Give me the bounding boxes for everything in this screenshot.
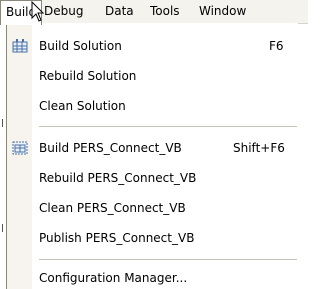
menu-item-shortcut: Shift+F6 xyxy=(233,141,285,155)
menu-item-clean-solution[interactable]: Clean Solution xyxy=(7,91,298,121)
menu-item-clean-project[interactable]: Clean PERS_Connect_VB xyxy=(7,193,298,223)
build-solution-icon xyxy=(12,39,28,53)
menu-item-label: Build Solution xyxy=(39,39,122,53)
menu-item-label: Clean PERS_Connect_VB xyxy=(39,201,186,215)
menu-bar: Build Debug Data Tools Window xyxy=(0,0,308,25)
menu-item-rebuild-solution[interactable]: Rebuild Solution xyxy=(7,61,298,91)
background-tick xyxy=(2,119,3,127)
menu-debug[interactable]: Debug xyxy=(39,0,88,24)
menu-item-build-solution[interactable]: Build Solution F6 xyxy=(7,31,298,61)
background-tick xyxy=(2,224,3,232)
menu-item-label: Configuration Manager... xyxy=(39,271,188,285)
menu-separator xyxy=(39,259,297,260)
menu-item-shortcut: F6 xyxy=(269,39,284,53)
menu-item-label: Publish PERS_Connect_VB xyxy=(39,231,195,245)
build-project-icon xyxy=(12,141,28,155)
menu-item-label: Clean Solution xyxy=(39,99,126,113)
menu-item-rebuild-project[interactable]: Rebuild PERS_Connect_VB xyxy=(7,163,298,193)
menu-item-label: Build PERS_Connect_VB xyxy=(39,141,182,155)
build-menu-dropdown: Build Solution F6 Rebuild Solution Clean… xyxy=(6,23,298,289)
menu-item-label: Rebuild Solution xyxy=(39,69,137,83)
menu-item-label: Rebuild PERS_Connect_VB xyxy=(39,171,197,185)
menu-item-publish-project[interactable]: Publish PERS_Connect_VB xyxy=(7,223,298,253)
menu-separator xyxy=(39,126,297,127)
menu-window[interactable]: Window xyxy=(194,0,251,24)
menu-tools[interactable]: Tools xyxy=(145,0,185,24)
menu-item-build-project[interactable]: Build PERS_Connect_VB Shift+F6 xyxy=(7,133,298,163)
mouse-cursor-icon xyxy=(31,1,45,22)
menu-item-configuration-manager[interactable]: Configuration Manager... xyxy=(7,263,298,289)
app-window: Build Debug Data Tools Window Build Solu xyxy=(0,0,308,289)
menu-data[interactable]: Data xyxy=(100,0,139,24)
